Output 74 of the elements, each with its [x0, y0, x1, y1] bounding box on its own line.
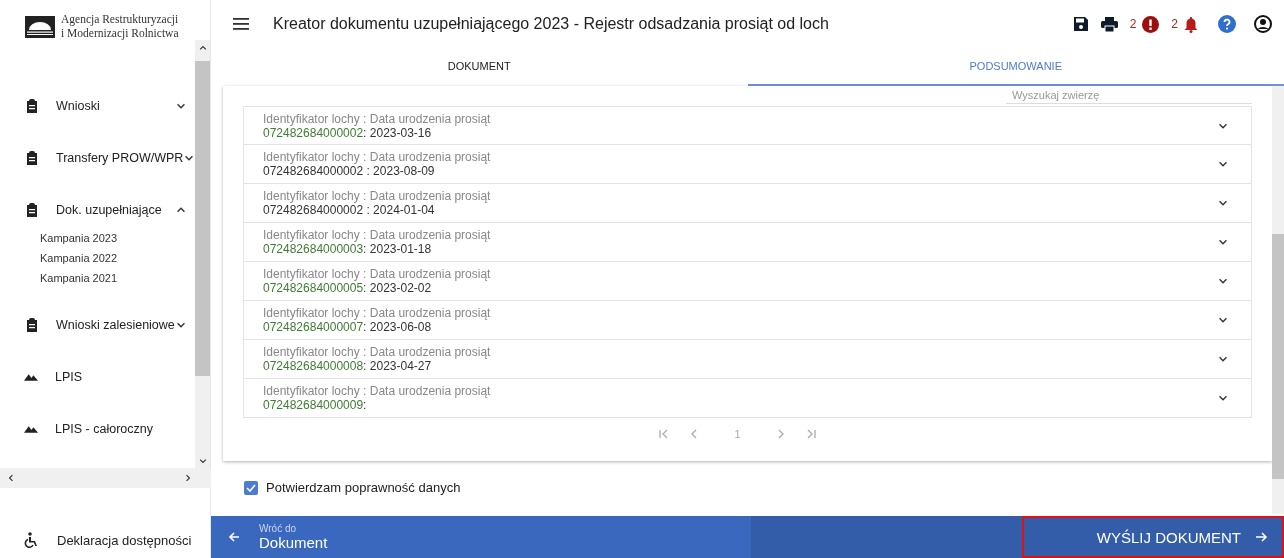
sidebar-item[interactable]: Transfery PROW/WPR [56, 150, 184, 165]
send-document-button[interactable]: WYŚLIJ DOKUMENT [1022, 516, 1284, 558]
field-label: Identyfikator lochy : Data urodzenia prosiąt [263, 384, 491, 398]
scroll-up-icon [197, 43, 208, 53]
clipboard-icon [24, 317, 40, 334]
account-icon [1254, 15, 1272, 33]
horizontal-scrollbar[interactable] [0, 468, 211, 488]
scroll-right-icon [183, 473, 193, 483]
check-icon [246, 483, 256, 492]
birth-date: : 2023-06-08 [363, 320, 432, 334]
clipboard-icon [24, 201, 40, 218]
save-button[interactable] [1072, 16, 1089, 32]
expandable-row[interactable]: Identyfikator lochy : Data urodzenia prosiąt 072482684000008: 2023-04-27 [243, 340, 1252, 379]
errors-button[interactable] [1142, 15, 1160, 33]
page-title: Kreator dokumentu uzupełniającego 2023 - Rejestr odsadzania prosiąt od loch [273, 15, 829, 33]
birth-date: : 2023-01-18 [363, 242, 432, 256]
menu-button[interactable] [233, 18, 249, 30]
expandable-row[interactable]: Identyfikator lochy : Data urodzenia prosiąt 072482684000002 : 2024-01-04 [243, 184, 1252, 223]
clipboard-icon [24, 97, 40, 114]
scroll-left-icon [6, 473, 16, 483]
expandable-row[interactable]: Identyfikator lochy : Data urodzenia prosiąt 072482684000002 : 2023-08-09 [243, 145, 1252, 184]
bell-icon [1184, 15, 1198, 33]
expandable-row[interactable]: Identyfikator lochy : Data urodzenia prosiąt 072482684000005: 2023-02-02 [243, 262, 1252, 301]
menu-icon [233, 18, 249, 30]
birth-date: : 2023-03-16 [363, 125, 432, 140]
help-icon [1218, 15, 1236, 33]
birth-date: : 2023-08-09 [365, 164, 435, 178]
field-label: Identyfikator lochy : Data urodzenia prosiąt [263, 267, 491, 281]
back-button[interactable]: Wróć do Dokument [211, 516, 751, 558]
scroll-down-icon [197, 456, 208, 466]
birth-date: : [363, 398, 367, 412]
sidebar-subitem[interactable]: Kampania 2021 [40, 270, 195, 287]
clipboard-icon [24, 149, 40, 166]
sidebar-item[interactable]: LPIS [55, 370, 83, 385]
birth-date: : 2023-02-02 [363, 281, 432, 295]
expandable-row[interactable]: Identyfikator lochy : Data urodzenia prosiąt 072482684000002: 2023-03-16 [243, 106, 1252, 145]
field-label: Identyfikator lochy : Data urodzenia prosiąt [263, 111, 491, 126]
agency-name: Agencja Restrukturyzacji [61, 12, 179, 26]
field-label: Identyfikator lochy : Data urodzenia prosiąt [263, 189, 491, 203]
checkbox-label: Potwierdzam poprawność danych [266, 480, 461, 496]
sidebar-item[interactable]: Wnioski zalesieniowe [56, 318, 175, 333]
arrow-left-icon [228, 531, 240, 543]
save-icon [1072, 16, 1089, 32]
sidebar-subitem[interactable]: Kampania 2023 [40, 230, 195, 247]
sidebar-subitem[interactable]: Kampania 2022 [40, 250, 195, 267]
expandable-row[interactable]: Identyfikator lochy : Data urodzenia prosiąt 072482684000007: 2023-06-08 [243, 301, 1252, 340]
expandable-row[interactable]: Identyfikator lochy : Data urodzenia prosiąt 072482684000003: 2023-01-18 [243, 223, 1252, 262]
error-count: 2 [1129, 17, 1137, 31]
agency-logo [25, 16, 55, 38]
arrow-right-icon [1255, 531, 1268, 543]
accessibility-icon [24, 532, 38, 548]
sow-id: 072482684000002 [263, 203, 364, 217]
expandable-row[interactable]: Identyfikator lochy : Data urodzenia prosiąt 072482684000009: [243, 379, 1252, 418]
notification-count: 2 [1171, 17, 1178, 31]
sidebar-item[interactable]: Wnioski [56, 98, 100, 113]
checkbox[interactable] [244, 480, 258, 495]
agency-name: i Modernizacji Rolnictwa [61, 26, 179, 40]
sidebar-item[interactable]: LPIS - całoroczny [55, 422, 153, 437]
print-icon [1100, 16, 1118, 32]
field-label: Identyfikator lochy : Data urodzenia prosiąt [263, 306, 491, 320]
field-label: Identyfikator lochy : Data urodzenia prosiąt [263, 150, 491, 164]
birth-date: : 2024-01-04 [365, 203, 435, 217]
vertical-scrollbar[interactable] [195, 40, 210, 468]
print-button[interactable] [1100, 16, 1118, 32]
field-label: Identyfikator lochy : Data urodzenia prosiąt [263, 228, 491, 242]
field-label: Identyfikator lochy : Data urodzenia prosiąt [263, 345, 491, 359]
vertical-scrollbar[interactable] [1272, 86, 1284, 514]
account-button[interactable] [1254, 15, 1272, 33]
accessibility-link[interactable]: Deklaracja dostępności [57, 532, 192, 548]
page-number: 1 [734, 428, 741, 440]
sow-id: 072482684000002 [263, 164, 364, 178]
exclamation-icon [1142, 15, 1160, 33]
sidebar-item[interactable]: Dok. uzupełniające [56, 202, 162, 217]
birth-date: : 2023-04-27 [363, 359, 432, 373]
